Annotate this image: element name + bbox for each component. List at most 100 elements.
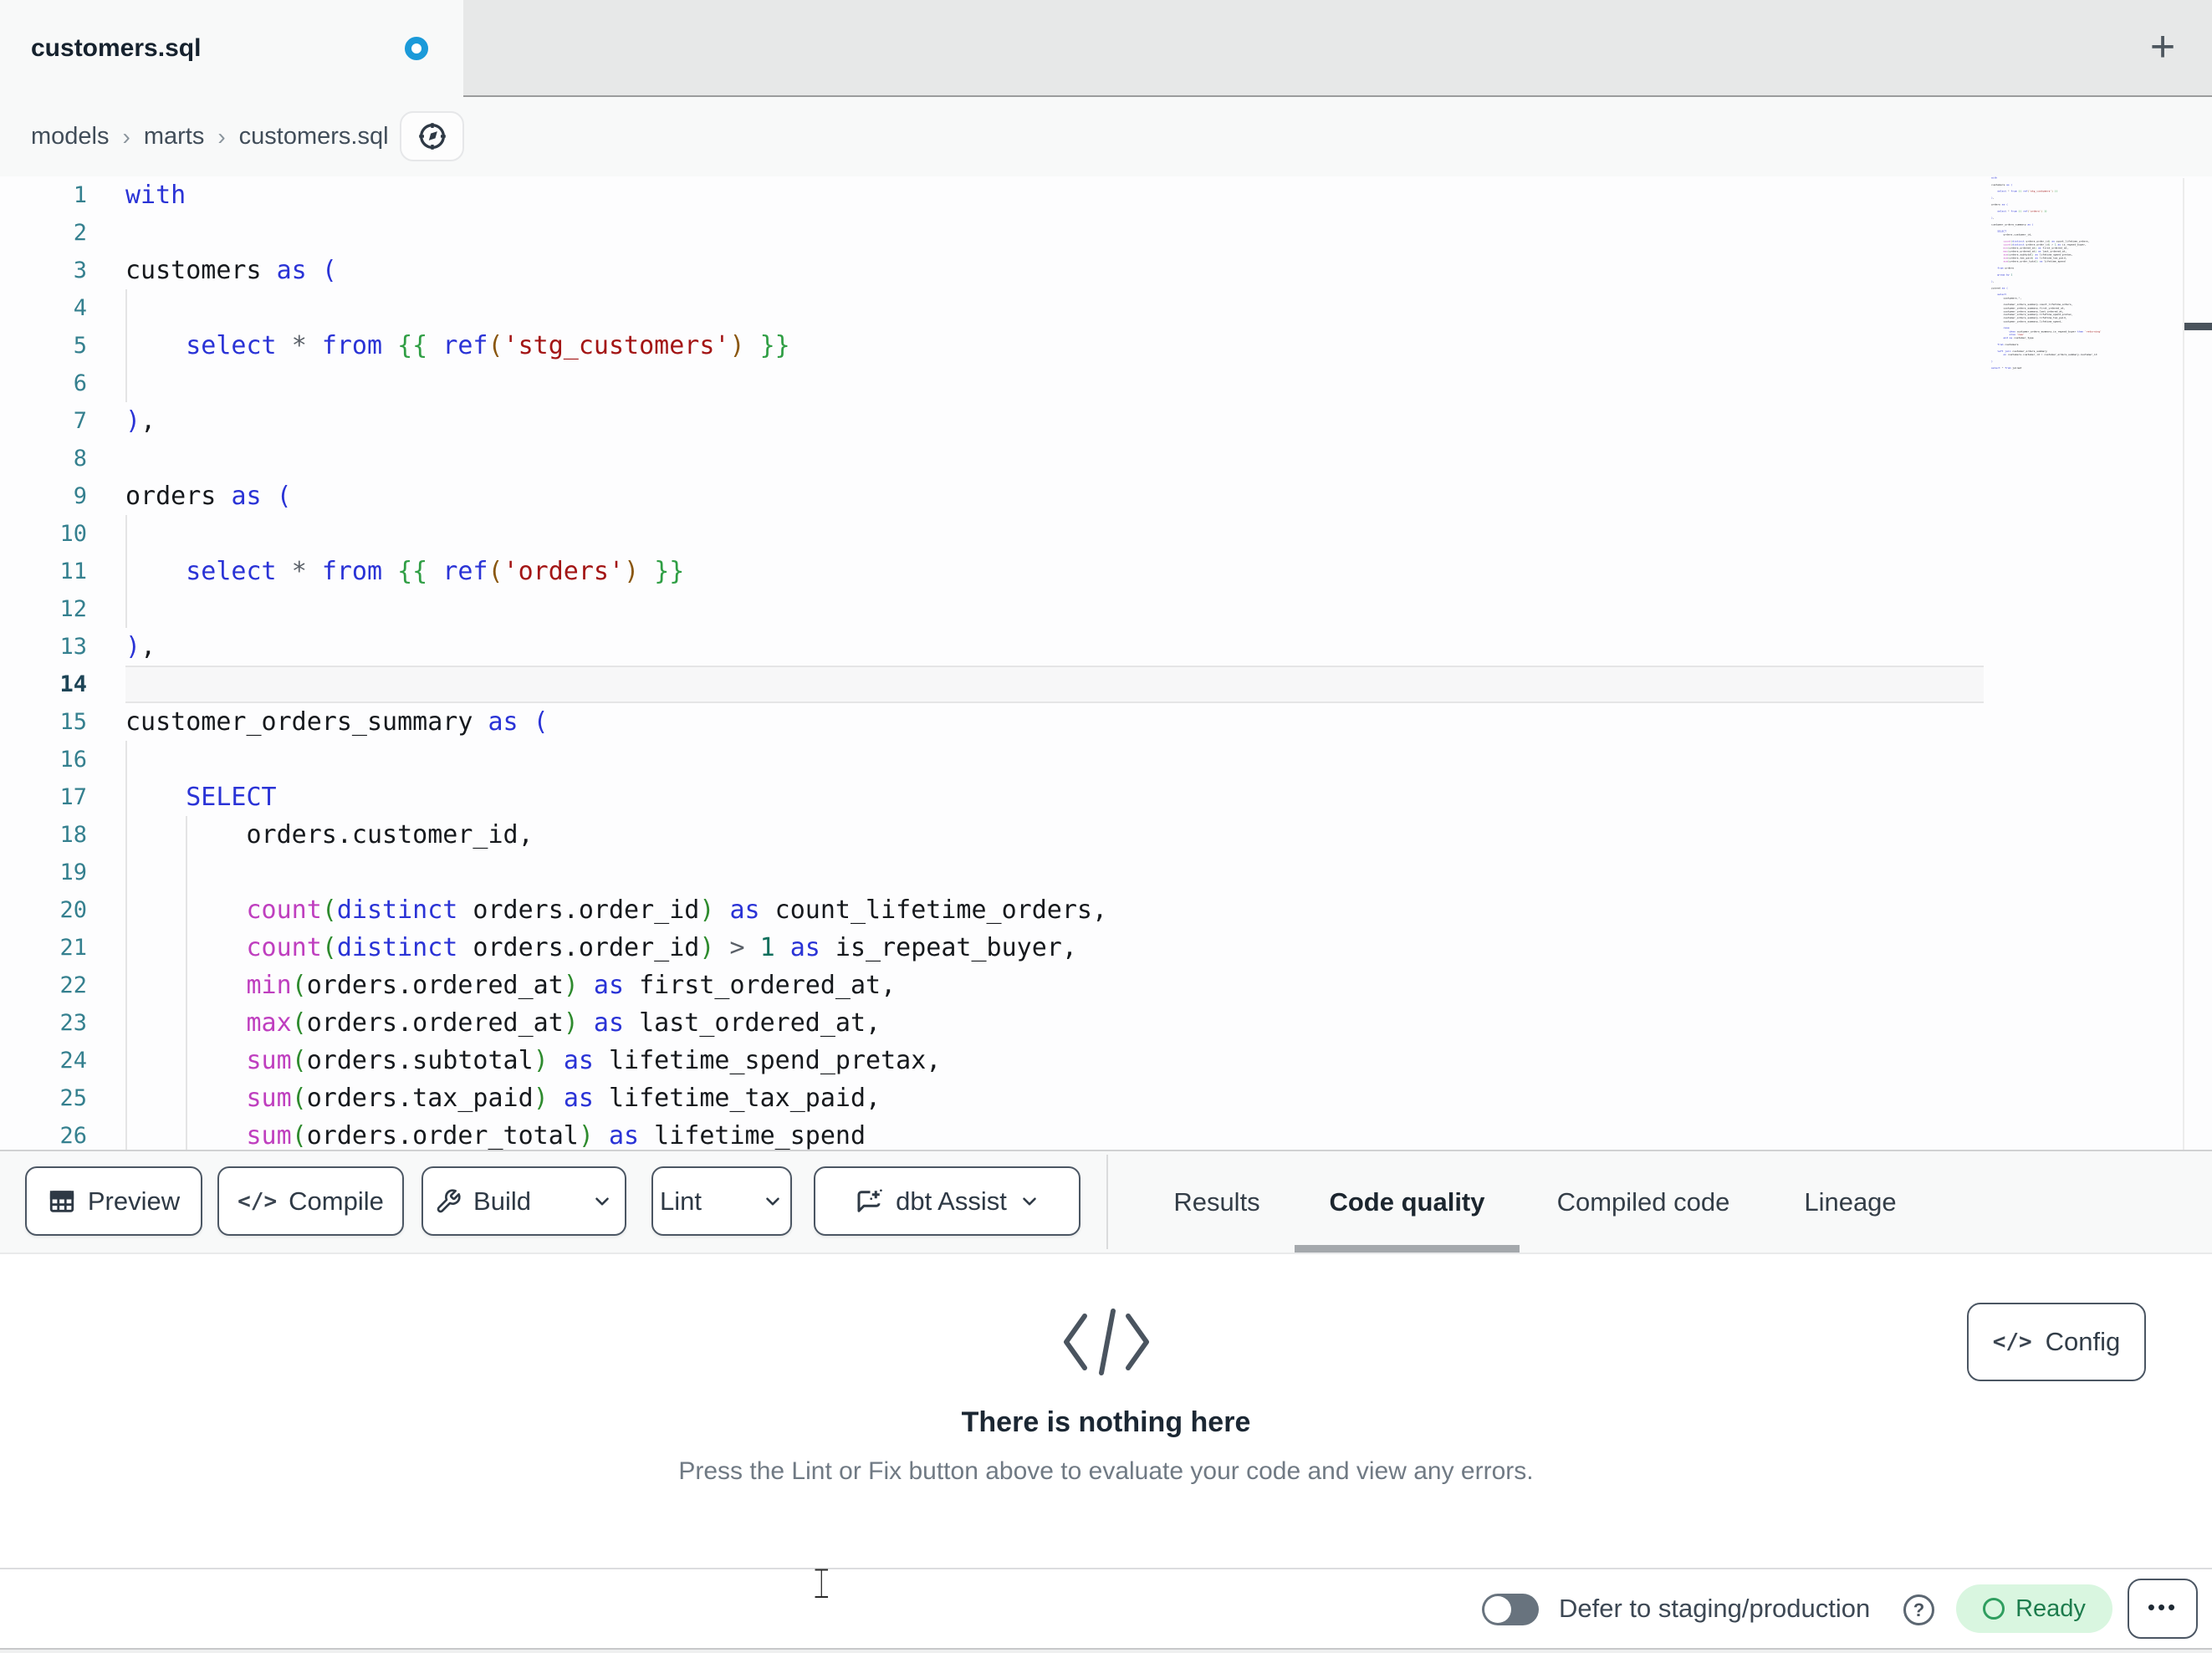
dbt-assist-label: dbt Assist (896, 1186, 1007, 1216)
code-line[interactable]: 11 select * from {{ ref('orders') }} (0, 553, 2212, 590)
indent-guide (125, 515, 127, 553)
indent-guide (125, 365, 127, 402)
tab-lineage[interactable]: Lineage (1798, 1151, 1903, 1253)
code-text: customer_orders_summary as ( (125, 707, 549, 737)
build-dropdown-button[interactable] (573, 1168, 631, 1234)
code-line[interactable]: 9 orders as ( (0, 477, 2212, 515)
code-line[interactable]: 16 (0, 741, 2212, 778)
defer-label: Defer to staging/production (1559, 1594, 1871, 1623)
dbt-assist-button[interactable]: dbt Assist (814, 1166, 1080, 1236)
line-number[interactable]: 6 (0, 365, 87, 402)
code-line[interactable]: 24 sum(orders.subtotal) as lifetime_spen… (0, 1042, 2212, 1079)
code-line[interactable]: 21 count(distinct orders.order_id) > 1 a… (0, 929, 2212, 967)
code-line[interactable]: 15 customer_orders_summary as ( (0, 703, 2212, 741)
line-number[interactable]: 3 (0, 252, 87, 289)
code-line[interactable]: 8 (0, 440, 2212, 477)
code-icon: </> (1992, 1329, 2032, 1355)
code-text: with (125, 181, 186, 210)
line-number[interactable]: 10 (0, 515, 87, 553)
compile-button[interactable]: </> Compile (217, 1166, 404, 1236)
defer-toggle[interactable] (1482, 1594, 1539, 1625)
build-label: Build (473, 1186, 531, 1216)
code-line[interactable]: 1 with (0, 176, 2212, 214)
line-number[interactable]: 23 (0, 1004, 87, 1042)
editor-minimap[interactable]: with customers as ( select * from {{ ref… (1991, 176, 2150, 394)
code-line[interactable]: 2 (0, 214, 2212, 252)
lint-dropdown-button[interactable] (743, 1168, 802, 1234)
code-line[interactable]: 19 (0, 854, 2212, 891)
more-options-button[interactable]: ••• (2128, 1579, 2198, 1639)
assist-sparkle-icon (854, 1186, 884, 1217)
line-number[interactable]: 19 (0, 854, 87, 891)
editor-lines: 1 with 2 3 customers as (4 5 select * from {{… (0, 176, 2212, 1150)
scrollbar-thumb[interactable] (2184, 323, 2212, 330)
tab-code-quality[interactable]: Code quality (1317, 1151, 1497, 1253)
line-number[interactable]: 16 (0, 741, 87, 778)
minimap-content: with customers as ( select * from {{ ref… (1991, 176, 2152, 370)
line-number[interactable]: 15 (0, 703, 87, 741)
code-line[interactable]: 25 sum(orders.tax_paid) as lifetime_tax_… (0, 1079, 2212, 1117)
code-line[interactable]: 18 orders.customer_id, (0, 816, 2212, 854)
line-number[interactable]: 26 (0, 1117, 87, 1150)
status-bar: Defer to staging/production ? Ready ••• (0, 1568, 2212, 1648)
line-number[interactable]: 24 (0, 1042, 87, 1079)
line-number[interactable]: 22 (0, 967, 87, 1004)
help-icon[interactable]: ? (1903, 1594, 1934, 1625)
code-line[interactable]: 22 min(orders.ordered_at) as first_order… (0, 967, 2212, 1004)
file-tab-title: customers.sql (31, 34, 202, 62)
code-line[interactable]: 3 customers as ( (0, 252, 2212, 289)
code-text: ), (125, 632, 156, 661)
code-line[interactable]: 26 sum(orders.order_total) as lifetime_s… (0, 1117, 2212, 1150)
code-line[interactable]: 12 (0, 590, 2212, 628)
line-number[interactable]: 25 (0, 1079, 87, 1117)
code-line[interactable]: 7), (0, 402, 2212, 440)
line-number[interactable]: 2 (0, 214, 87, 252)
code-line[interactable]: 20 count(distinct orders.order_id) as co… (0, 891, 2212, 929)
code-line[interactable]: 14 (0, 666, 2212, 703)
code-line[interactable]: 4 (0, 289, 2212, 327)
code-line[interactable]: 13), (0, 628, 2212, 666)
breadcrumb-item-file[interactable]: customers.sql (239, 123, 389, 151)
line-number[interactable]: 21 (0, 929, 87, 967)
code-line[interactable]: 6 (0, 365, 2212, 402)
code-text: orders as ( (125, 482, 292, 511)
chevron-down-icon (762, 1191, 784, 1212)
code-editor[interactable]: 1 with 2 3 customers as (4 5 select * from {{… (0, 176, 2212, 1150)
line-number[interactable]: 7 (0, 402, 87, 440)
tab-compiled-code-label: Compiled code (1556, 1186, 1730, 1217)
tab-results[interactable]: Results (1167, 1151, 1267, 1253)
code-line[interactable]: 17 SELECT (0, 778, 2212, 816)
code-line[interactable]: 10 (0, 515, 2212, 553)
compile-label: Compile (289, 1186, 384, 1216)
code-text: count(distinct orders.order_id) as count… (246, 895, 1108, 925)
code-line[interactable]: 5 select * from {{ ref('stg_customers') … (0, 327, 2212, 365)
tab-compiled-code[interactable]: Compiled code (1547, 1151, 1739, 1253)
line-number[interactable]: 17 (0, 778, 87, 816)
line-number[interactable]: 18 (0, 816, 87, 854)
build-button[interactable]: Build (416, 1168, 549, 1234)
line-number[interactable]: 4 (0, 289, 87, 327)
new-tab-button[interactable]: + (2138, 23, 2188, 74)
line-number[interactable]: 9 (0, 477, 87, 515)
code-text: min(orders.ordered_at) as first_ordered_… (246, 971, 897, 1000)
line-number[interactable]: 12 (0, 590, 87, 628)
line-number[interactable]: 11 (0, 553, 87, 590)
tab-bar: customers.sql + (0, 0, 2212, 97)
preview-button[interactable]: Preview (25, 1166, 202, 1236)
lint-button[interactable]: Lint (641, 1168, 720, 1234)
line-number[interactable]: 14 (0, 666, 87, 703)
line-number[interactable]: 13 (0, 628, 87, 666)
text-cursor-pointer: ⌶ (814, 1559, 830, 1608)
breadcrumb-item-marts[interactable]: marts (144, 123, 205, 151)
toggle-knob (1484, 1596, 1511, 1623)
line-number[interactable]: 8 (0, 440, 87, 477)
config-button[interactable]: </> Config (1967, 1303, 2146, 1381)
toolbar-divider (1106, 1155, 1108, 1249)
explore-lineage-button[interactable] (400, 111, 464, 161)
line-number[interactable]: 5 (0, 327, 87, 365)
file-tab-customers-sql[interactable]: customers.sql (0, 0, 463, 97)
line-number[interactable]: 1 (0, 176, 87, 214)
breadcrumb-item-models[interactable]: models (31, 123, 110, 151)
line-number[interactable]: 20 (0, 891, 87, 929)
code-line[interactable]: 23 max(orders.ordered_at) as last_ordere… (0, 1004, 2212, 1042)
